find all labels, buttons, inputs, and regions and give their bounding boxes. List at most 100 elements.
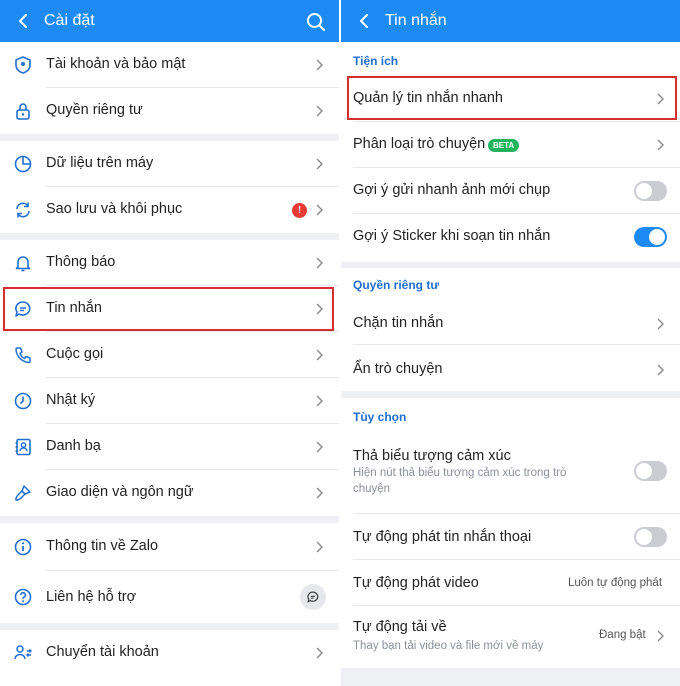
chevron-right-icon — [657, 630, 664, 642]
toggle-knob — [649, 229, 665, 245]
support-chat-button[interactable] — [300, 584, 326, 610]
chevron-right-icon — [316, 441, 323, 453]
switch-account-icon — [14, 645, 32, 660]
chevron-right-icon — [316, 257, 323, 269]
settings-header: Cài đặt — [0, 0, 339, 42]
item-suggest-photo: Gợi ý gửi nhanh ảnh mới chụp — [341, 168, 680, 214]
chevron-right-icon — [657, 139, 664, 151]
bell-icon — [15, 256, 31, 272]
chevron-right-icon — [316, 59, 323, 71]
settings-item-support[interactable]: Liên hệ hỗ trợ — [0, 571, 339, 623]
settings-item-appearance[interactable]: Giao diện và ngôn ngữ — [0, 470, 339, 516]
settings-item-label: Giao diện và ngôn ngữ — [46, 484, 194, 500]
settings-item-label: Chuyển tài khoản — [46, 644, 159, 660]
chevron-right-icon — [316, 204, 323, 216]
page-title: Tin nhắn — [385, 12, 447, 29]
info-icon — [14, 538, 32, 556]
settings-item-label: Liên hệ hỗ trợ — [46, 589, 137, 605]
settings-item-label: Nhật ký — [46, 392, 96, 408]
item-value: Luôn tự động phát — [568, 577, 663, 589]
item-value: Đang bật — [599, 629, 646, 641]
item-label: Gợi ý gửi nhanh ảnh mới chụp — [353, 182, 551, 198]
settings-item-about[interactable]: Thông tin về Zalo — [0, 523, 339, 571]
settings-item-notifications[interactable]: Thông báo — [0, 240, 339, 286]
settings-panel: Cài đặt Tài khoản và bảo mật Quyền riêng… — [0, 0, 339, 686]
item-hide-chat[interactable]: Ẩn trò chuyện — [341, 345, 680, 391]
item-label: Chặn tin nhắn — [353, 315, 444, 331]
settings-item-label: Dữ liệu trên máy — [46, 155, 154, 171]
toggle-knob — [636, 463, 652, 479]
privacy-card: Quyền riêng tư Chặn tin nhắn Ẩn trò chuy… — [341, 268, 680, 391]
item-description: chuyện — [353, 483, 391, 495]
settings-item-diary[interactable]: Nhật ký — [0, 378, 339, 424]
question-icon — [14, 588, 32, 606]
settings-item-backup[interactable]: Sao lưu và khôi phục ! — [0, 187, 339, 233]
auto-voice-toggle[interactable] — [634, 527, 667, 547]
item-label: Gợi ý Sticker khi soạn tin nhắn — [353, 228, 551, 244]
highlight-box — [347, 76, 677, 120]
settings-item-label: Thông tin về Zalo — [46, 538, 159, 554]
utilities-card: Tiện ích Quản lý tin nhắn nhanh Phân loạ… — [341, 42, 680, 262]
item-label: Ẩn trò chuyện — [353, 361, 443, 377]
settings-item-switch-account[interactable]: Chuyển tài khoản — [0, 630, 339, 686]
item-block-messages[interactable]: Chặn tin nhắn — [341, 299, 680, 345]
messages-settings-panel: Tin nhắn Tiện ích Quản lý tin nhắn nhanh… — [341, 0, 680, 686]
settings-item-privacy[interactable]: Quyền riêng tư — [0, 88, 339, 134]
section-title-privacy: Quyền riêng tư — [353, 278, 440, 292]
beta-badge: BETA — [488, 139, 520, 152]
settings-item-label: Danh bạ — [46, 438, 101, 454]
page-title: Cài đặt — [44, 12, 95, 29]
settings-item-contacts[interactable]: Danh bạ — [0, 424, 339, 470]
item-auto-video[interactable]: Tự động phát video Luôn tự động phát — [341, 560, 680, 606]
settings-item-label: Quyền riêng tư — [46, 102, 143, 118]
section-title-options: Tùy chọn — [353, 410, 407, 424]
options-card: Tùy chọn Thả biểu tượng cảm xúc Hiện nút… — [341, 398, 680, 668]
item-auto-voice: Tự động phát tin nhắn thoại — [341, 514, 680, 560]
item-description: Hiện nút thả biểu tượng cảm xúc trong tr… — [353, 467, 567, 479]
settings-item-account-security[interactable]: Tài khoản và bảo mật — [0, 42, 339, 88]
search-icon[interactable] — [305, 11, 327, 33]
settings-item-label: Thông báo — [46, 254, 116, 270]
highlight-box — [3, 287, 334, 331]
reaction-toggle[interactable] — [634, 461, 667, 481]
item-auto-download[interactable]: Tự động tải về Thay bạn tải video và fil… — [341, 606, 680, 668]
settings-item-label: Tài khoản và bảo mật — [46, 56, 186, 72]
messages-header: Tin nhắn — [341, 0, 680, 42]
item-reaction: Thả biểu tượng cảm xúc Hiện nút thả biểu… — [341, 434, 680, 514]
phone-icon — [15, 347, 31, 364]
back-arrow-icon[interactable] — [14, 11, 34, 31]
paint-brush-icon — [15, 485, 31, 501]
chevron-right-icon — [316, 541, 323, 553]
back-arrow-icon[interactable] — [355, 11, 375, 31]
shield-icon — [15, 56, 31, 74]
alert-badge: ! — [292, 203, 307, 218]
settings-item-device-data[interactable]: Dữ liệu trên máy — [0, 141, 339, 187]
item-classify-chats[interactable]: Phân loại trò chuyện BETA — [341, 122, 680, 168]
sync-icon — [16, 202, 30, 218]
settings-item-label: Sao lưu và khôi phục — [46, 201, 183, 217]
item-description: Thay bạn tải video và file mới về máy — [353, 640, 544, 652]
item-label: Tự động tải về — [353, 619, 447, 635]
item-suggest-sticker: Gợi ý Sticker khi soạn tin nhắn — [341, 214, 680, 262]
chevron-right-icon — [316, 395, 323, 407]
chevron-right-icon — [316, 349, 323, 361]
chevron-right-icon — [657, 318, 664, 330]
toggle-knob — [636, 183, 652, 199]
item-label: Tự động phát tin nhắn thoại — [353, 529, 532, 545]
chevron-right-icon — [316, 487, 323, 499]
settings-item-label: Cuộc gọi — [46, 346, 104, 362]
lock-icon — [16, 103, 30, 120]
chevron-right-icon — [316, 158, 323, 170]
chevron-right-icon — [657, 364, 664, 376]
pie-chart-icon — [14, 155, 32, 173]
chevron-right-icon — [316, 105, 323, 117]
section-title-utilities: Tiện ích — [353, 54, 399, 68]
chevron-right-icon — [316, 647, 323, 659]
suggest-photo-toggle[interactable] — [634, 181, 667, 201]
clock-icon — [14, 392, 32, 410]
item-label: Tự động phát video — [353, 575, 479, 591]
suggest-sticker-toggle[interactable] — [634, 227, 667, 247]
settings-item-calls[interactable]: Cuộc gọi — [0, 332, 339, 378]
item-label: Phân loại trò chuyện — [353, 136, 486, 152]
chat-bubble-icon — [307, 591, 319, 603]
